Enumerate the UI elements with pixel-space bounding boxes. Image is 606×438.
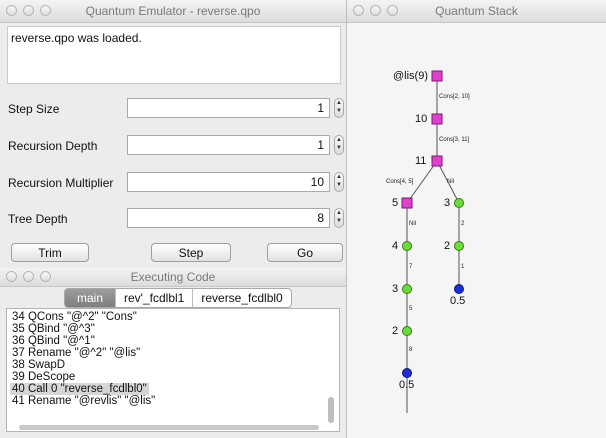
- node-label: 10: [415, 113, 427, 125]
- recursion-multiplier-stepper[interactable]: ▲ ▼: [334, 172, 344, 192]
- node-label-root: @lis(9): [393, 70, 428, 82]
- tab-rev-fcdlbl1[interactable]: rev'_fcdlbl1: [116, 289, 194, 307]
- node-label: 11: [415, 155, 426, 167]
- leaf-node: [402, 368, 412, 378]
- quantum-stack-window: Quantum Stack Cons[2, 10] Cons[3, 11] Co…: [347, 0, 606, 438]
- code-line-selected[interactable]: 40 Call 0 "reverse_fcdlbl0": [10, 383, 149, 395]
- code-line[interactable]: 41 Rename "@revlis" "@lis": [10, 395, 157, 407]
- step-button[interactable]: Step: [151, 243, 231, 262]
- step-size-stepper[interactable]: ▲ ▼: [334, 98, 344, 118]
- vertical-scrollbar[interactable]: [328, 397, 334, 423]
- trim-button[interactable]: Trim: [11, 243, 89, 262]
- tab-reverse-fcdlbl0[interactable]: reverse_fcdlbl0: [193, 289, 290, 307]
- go-button[interactable]: Go: [267, 243, 343, 262]
- node-label: 5: [392, 197, 398, 209]
- recursion-multiplier-input[interactable]: 10: [127, 172, 330, 192]
- step-size-label: Step Size: [8, 102, 60, 116]
- step-size-input[interactable]: 1: [127, 98, 330, 118]
- edge-label: 5: [409, 306, 413, 312]
- horizontal-scrollbar[interactable]: [19, 425, 319, 430]
- code-line[interactable]: 39 DeScope: [10, 371, 77, 383]
- executing-titlebar: Executing Code: [0, 268, 346, 287]
- node-label: 2: [444, 240, 450, 252]
- edge-label: Cons[3, 11]: [439, 137, 470, 143]
- code-line[interactable]: 35 QBind "@^3": [10, 323, 97, 335]
- code-line[interactable]: 34 QCons "@^2" "Cons": [10, 311, 139, 323]
- node-label: 4: [392, 240, 398, 252]
- tree-depth-label: Tree Depth: [8, 212, 68, 226]
- cons-node: [401, 197, 413, 209]
- executing-title: Executing Code: [130, 270, 216, 284]
- value-node: [454, 241, 464, 251]
- leaf-value: 0.5: [450, 295, 465, 307]
- cons-node: [431, 113, 443, 125]
- node-label: 3: [392, 283, 398, 295]
- message-area: reverse.qpo was loaded.: [7, 26, 341, 84]
- node-label: 2: [392, 325, 398, 337]
- emulator-title: Quantum Emulator - reverse.qpo: [85, 4, 261, 18]
- cons-node: [431, 70, 443, 82]
- edge-label: Cons[2, 10]: [439, 94, 470, 100]
- edge-label: 7: [409, 264, 413, 270]
- leaf-node: [454, 284, 464, 294]
- edge-label: Nil: [447, 179, 454, 185]
- value-node: [402, 326, 412, 336]
- edge-label: Cons[4, 5]: [386, 179, 414, 185]
- edge-label: 8: [409, 347, 413, 353]
- code-tabs: main rev'_fcdlbl1 reverse_fcdlbl0: [64, 288, 292, 308]
- code-line[interactable]: 37 Rename "@^2" "@lis": [10, 347, 142, 359]
- edge-label: 1: [461, 264, 465, 270]
- executing-code-window: Executing Code main rev'_fcdlbl1 reverse…: [0, 268, 347, 438]
- leaf-value: 0.5: [399, 379, 414, 391]
- value-node: [402, 241, 412, 251]
- tree-depth-input[interactable]: 8: [127, 208, 330, 228]
- value-node: [454, 198, 464, 208]
- code-listing[interactable]: 34 QCons "@^2" "Cons" 35 QBind "@^3" 36 …: [6, 308, 340, 432]
- node-label: 3: [444, 197, 450, 209]
- cons-node: [431, 155, 443, 167]
- recursion-multiplier-label: Recursion Multiplier: [8, 176, 114, 190]
- recursion-depth-stepper[interactable]: ▲ ▼: [334, 135, 344, 155]
- tree-depth-stepper[interactable]: ▲ ▼: [334, 208, 344, 228]
- edge-label: 2: [461, 221, 465, 227]
- tab-main[interactable]: main: [65, 289, 117, 307]
- edge-label: Nil: [409, 221, 416, 227]
- recursion-depth-input[interactable]: 1: [127, 135, 330, 155]
- recursion-depth-label: Recursion Depth: [8, 139, 98, 153]
- code-line[interactable]: 36 QBind "@^1": [10, 335, 97, 347]
- emulator-titlebar: Quantum Emulator - reverse.qpo: [0, 0, 346, 23]
- value-node: [402, 284, 412, 294]
- code-line[interactable]: 38 SwapD: [10, 359, 67, 371]
- emulator-window: Quantum Emulator - reverse.qpo reverse.q…: [0, 0, 347, 268]
- stack-tree: Cons[2, 10] Cons[3, 11] Cons[4, 5] Nil N…: [386, 70, 470, 413]
